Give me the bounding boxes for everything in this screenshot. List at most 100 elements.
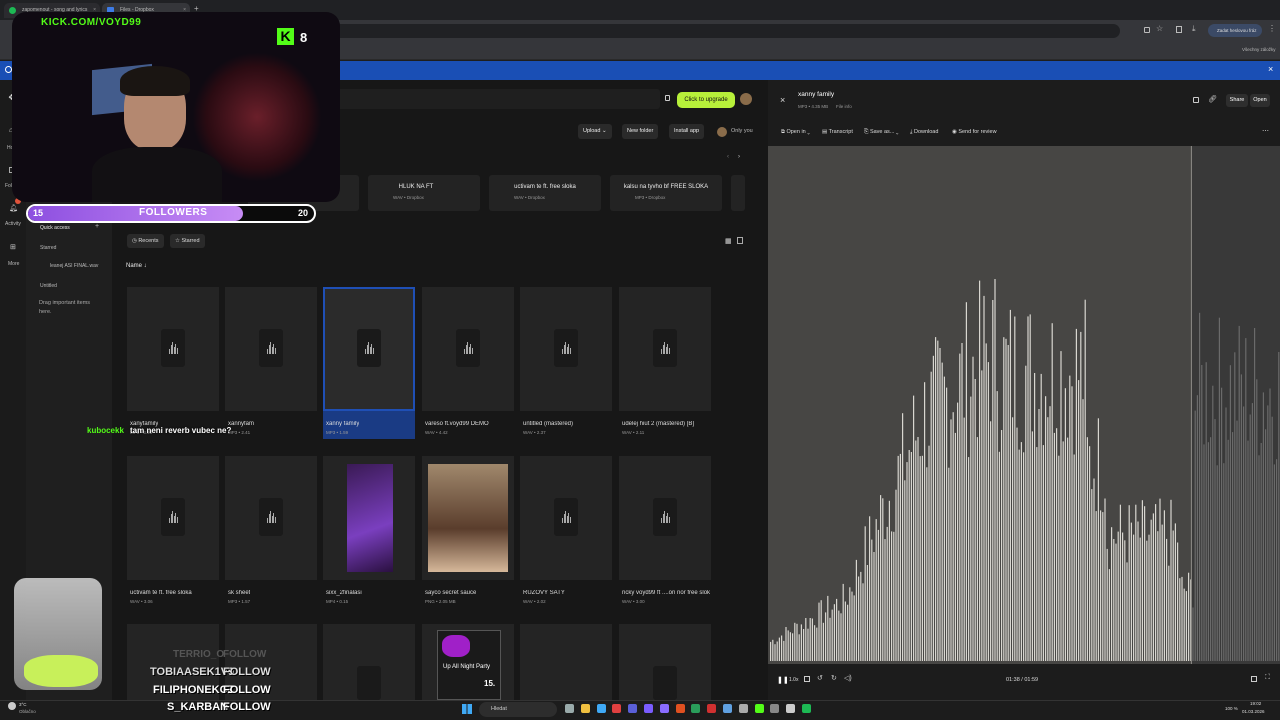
settings-icon[interactable] — [1251, 676, 1257, 682]
suggested-card[interactable]: kalsu na tyvho bf FREE SLOKA MP3 • Dropb… — [610, 175, 722, 211]
file-name[interactable]: sk sheet — [228, 590, 250, 596]
taskbar-app-icon[interactable] — [628, 704, 638, 713]
file-card[interactable] — [619, 624, 711, 700]
suggested-card[interactable]: HLUK NA FT WAV • Dropbox — [368, 175, 480, 211]
star-icon[interactable]: ☆ — [1156, 24, 1163, 33]
file-card[interactable] — [225, 456, 317, 580]
new-folder-button[interactable]: New folder — [622, 124, 659, 139]
file-card[interactable]: Up All Night Party 15. — [422, 624, 514, 700]
prev-arrow-icon[interactable]: ‹ — [727, 154, 729, 160]
file-name[interactable]: RUŽOVÝ ŠATY — [523, 590, 565, 596]
fullscreen-icon[interactable]: ⛶ — [1265, 674, 1270, 682]
taskbar-app-icon[interactable] — [659, 704, 669, 713]
weather-temp[interactable]: 3°C — [19, 702, 27, 707]
file-card[interactable] — [127, 456, 219, 580]
file-card[interactable] — [323, 287, 415, 411]
profile-button[interactable]: Zadat heslovou fráz — [1208, 24, 1262, 37]
link-icon[interactable]: 🔗︎ — [1208, 95, 1217, 103]
file-card[interactable] — [225, 287, 317, 411]
starred-header[interactable]: Starred — [40, 245, 56, 251]
install-app-button[interactable]: Install app — [669, 124, 705, 139]
save-as-button[interactable]: ⎘ Save as... ⌄ — [864, 129, 899, 136]
share-button[interactable]: Share — [1226, 94, 1248, 107]
taskbar-search[interactable]: Hledat — [479, 702, 557, 717]
taskbar-app-icon[interactable] — [565, 704, 574, 713]
omnibox[interactable] — [330, 24, 1120, 38]
file-card[interactable] — [520, 287, 612, 411]
download-icon[interactable]: ⤓ — [1192, 24, 1196, 34]
transcript-button[interactable]: ▤ Transcript — [822, 129, 853, 135]
loop-icon[interactable] — [804, 676, 810, 682]
more-icon[interactable]: ⋯ — [1262, 127, 1269, 135]
file-card[interactable] — [619, 287, 711, 411]
close-banner-icon[interactable]: × — [1268, 64, 1273, 74]
file-name[interactable]: udelej hiut 2 (mastered) [B] — [622, 421, 694, 427]
rewind-icon[interactable]: ↺ — [817, 674, 823, 682]
rail-more[interactable]: More — [8, 261, 19, 267]
suggested-card[interactable] — [731, 175, 745, 211]
file-name[interactable]: xannyfam — [228, 421, 254, 427]
file-card[interactable] — [323, 624, 415, 700]
sort-header[interactable]: Name ↓ — [126, 263, 147, 269]
bell-icon[interactable]: 🔔︎ — [9, 204, 18, 212]
file-card[interactable] — [422, 456, 514, 580]
taskbar-app-icon[interactable] — [596, 704, 606, 713]
file-info-link[interactable]: File info — [836, 104, 852, 109]
quick-access[interactable]: Quick access — [40, 225, 70, 231]
file-card[interactable] — [520, 456, 612, 580]
info-panel-icon[interactable] — [737, 237, 743, 244]
taskbar-app-icon[interactable] — [675, 704, 685, 713]
starred-item[interactable]: leanej ASI FINAL.wav — [50, 263, 98, 269]
file-name[interactable]: sayco secret sauce — [425, 590, 476, 596]
file-name[interactable]: ricky voyd99 ft ....on nor free sloka — [622, 590, 710, 596]
file-card[interactable] — [323, 456, 415, 580]
volume-icon[interactable]: ◁) — [844, 674, 852, 682]
taskbar-app-icon[interactable] — [738, 704, 748, 713]
start-icon[interactable] — [462, 704, 472, 714]
upgrade-button[interactable]: Click to upgrade — [677, 92, 735, 108]
next-arrow-icon[interactable]: › — [738, 154, 740, 160]
file-name[interactable]: sixx_2finalasi — [326, 590, 362, 596]
taskbar-app-icon[interactable] — [580, 704, 590, 713]
file-card[interactable] — [127, 287, 219, 411]
avatar[interactable] — [740, 93, 752, 105]
untitled-header[interactable]: Untitled — [40, 283, 57, 289]
taskbar-app-icon[interactable] — [691, 704, 701, 713]
open-in-button[interactable]: ⧉ Open in ⌄ — [781, 129, 810, 136]
puzzle-icon[interactable] — [1176, 26, 1182, 33]
taskbar-app-icon[interactable] — [770, 704, 780, 713]
taskbar-app-icon[interactable] — [612, 704, 622, 713]
clock-time[interactable]: 19:02 — [1250, 701, 1261, 706]
upload-button[interactable]: Upload ⌄ — [578, 124, 612, 139]
rail-activity[interactable]: Activity — [5, 221, 21, 227]
taskbar-app-icon[interactable] — [723, 704, 732, 713]
all-bookmarks[interactable]: Všechny záložky — [1242, 47, 1276, 52]
speed-button[interactable]: 1.0x — [789, 677, 798, 683]
recents-filter[interactable]: ◷ Recents — [127, 234, 164, 248]
forward-icon[interactable]: ↻ — [831, 674, 837, 682]
file-card[interactable] — [619, 456, 711, 580]
file-name[interactable]: xanny family — [326, 421, 359, 427]
download-button[interactable]: ⤓ Download — [910, 129, 938, 136]
file-card[interactable] — [422, 287, 514, 411]
starred-filter[interactable]: ☆ Starred — [170, 234, 205, 248]
extensions-icon[interactable] — [1144, 27, 1150, 33]
open-button[interactable]: Open — [1250, 94, 1270, 107]
file-card[interactable] — [520, 624, 612, 700]
suggested-card[interactable]: uctivam te ft. free sloka WAV • Dropbox — [489, 175, 601, 211]
taskbar-app-icon[interactable] — [802, 704, 811, 713]
pause-icon[interactable]: ❚❚ — [777, 676, 789, 684]
taskbar-app-icon[interactable] — [754, 704, 764, 713]
file-name[interactable]: uctivam te ft. free sloka — [130, 590, 192, 596]
comment-icon[interactable] — [1193, 97, 1199, 103]
grid-icon[interactable]: ⊞ — [10, 243, 16, 251]
file-name[interactable]: vareso ft.voyd99 DEMO — [425, 421, 489, 427]
search-bar[interactable] — [330, 89, 660, 109]
taskbar-app-icon[interactable] — [644, 704, 653, 713]
add-icon[interactable]: + — [95, 223, 99, 230]
send-review-button[interactable]: ◉ Send for review — [952, 129, 997, 135]
file-name[interactable]: untitled (mastered) — [523, 421, 573, 427]
grid-view-icon[interactable]: ▦ — [725, 237, 732, 245]
taskbar-app-icon[interactable] — [707, 704, 717, 713]
close-preview-icon[interactable]: × — [780, 95, 785, 105]
